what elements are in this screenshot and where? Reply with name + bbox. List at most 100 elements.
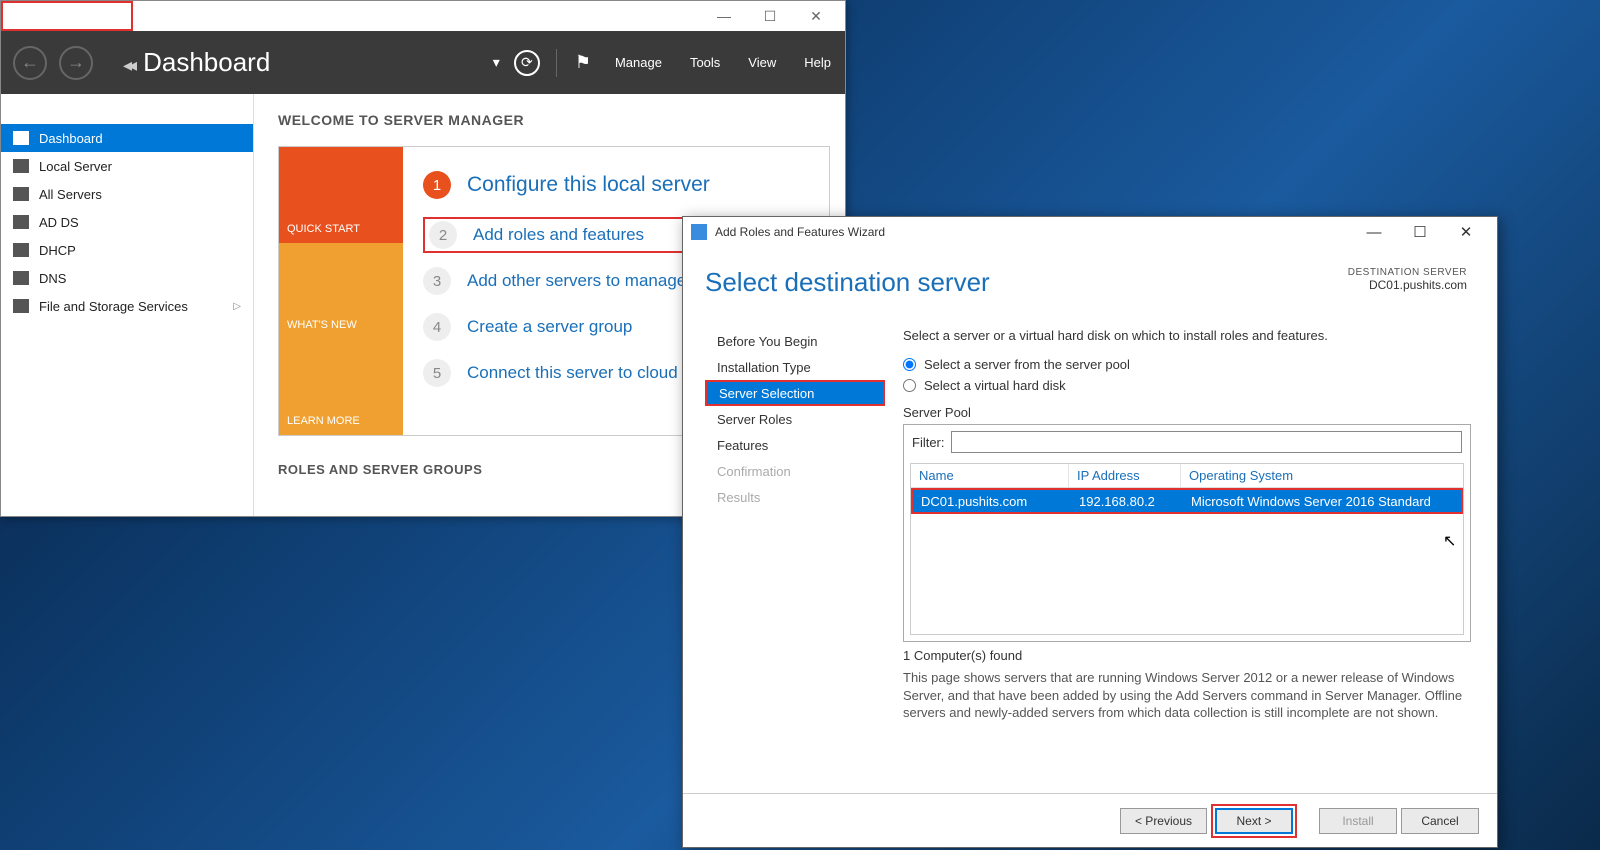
wizard-titlebar: Add Roles and Features Wizard — ☐ ✕: [683, 217, 1497, 247]
wizard-intro: Select a server or a virtual hard disk o…: [903, 328, 1471, 343]
wizard-nav: Before You Begin Installation Type Serve…: [705, 308, 885, 793]
nav-before-you-begin[interactable]: Before You Begin: [705, 328, 885, 354]
cell-os: Microsoft Windows Server 2016 Standard: [1183, 494, 1461, 509]
destination-label: DESTINATION SERVER: [1348, 267, 1467, 278]
sidebar-label: AD DS: [39, 215, 79, 230]
nav-features[interactable]: Features: [705, 432, 885, 458]
next-button-highlight: Next >: [1211, 804, 1297, 838]
cancel-button[interactable]: Cancel: [1401, 808, 1479, 834]
menu-tools[interactable]: Tools: [690, 55, 720, 70]
step-text: Add roles and features: [473, 225, 644, 245]
breadcrumb-dropdown[interactable]: ▾: [493, 54, 500, 71]
install-button: Install: [1319, 808, 1397, 834]
tile-quick-start[interactable]: QUICK START: [279, 147, 403, 243]
radio-vhd[interactable]: Select a virtual hard disk: [903, 378, 1471, 393]
sidebar-item-ad-ds[interactable]: AD DS: [1, 208, 253, 236]
radio-pool-label: Select a server from the server pool: [924, 357, 1130, 372]
sidebar-item-dashboard[interactable]: Dashboard: [1, 124, 253, 152]
server-pool-box: Filter: Name IP Address Operating System…: [903, 424, 1471, 642]
nav-server-roles[interactable]: Server Roles: [705, 406, 885, 432]
dashboard-icon: [13, 131, 29, 145]
nav-results: Results: [705, 484, 885, 510]
step-number: 1: [423, 171, 451, 199]
wizard-maximize-button[interactable]: ☐: [1397, 218, 1443, 246]
cell-ip: 192.168.80.2: [1071, 494, 1183, 509]
storage-icon: [13, 299, 29, 313]
dns-icon: [13, 271, 29, 285]
wizard-title: Add Roles and Features Wizard: [715, 225, 885, 239]
col-os[interactable]: Operating System: [1181, 464, 1463, 487]
radio-server-pool[interactable]: Select a server from the server pool: [903, 357, 1471, 372]
tile-whats-new[interactable]: WHAT'S NEW: [279, 243, 403, 339]
close-button[interactable]: ✕: [793, 1, 839, 31]
step-number: 2: [429, 221, 457, 249]
step-number: 4: [423, 313, 451, 341]
maximize-button[interactable]: ☐: [747, 1, 793, 31]
destination-value: DC01.pushits.com: [1348, 278, 1467, 292]
next-button[interactable]: Next >: [1215, 808, 1293, 834]
nav-confirmation: Confirmation: [705, 458, 885, 484]
server-icon: [13, 159, 29, 173]
sidebar-label: File and Storage Services: [39, 299, 188, 314]
radio-vhd-input[interactable]: [903, 379, 916, 392]
radio-pool-input[interactable]: [903, 358, 916, 371]
titlebar-highlight: [1, 1, 133, 31]
sidebar: Dashboard Local Server All Servers AD DS…: [1, 94, 254, 516]
page-description: This page shows servers that are running…: [903, 669, 1471, 722]
wizard-footer: < Previous Next > Install Cancel: [683, 793, 1497, 847]
wizard-minimize-button[interactable]: —: [1351, 218, 1397, 246]
sidebar-item-dhcp[interactable]: DHCP: [1, 236, 253, 264]
col-ip[interactable]: IP Address: [1069, 464, 1181, 487]
sidebar-item-all-servers[interactable]: All Servers: [1, 180, 253, 208]
step-number: 3: [423, 267, 451, 295]
menu-view[interactable]: View: [748, 55, 776, 70]
sidebar-item-dns[interactable]: DNS: [1, 264, 253, 292]
previous-button[interactable]: < Previous: [1120, 808, 1207, 834]
chevron-right-icon: ▷: [233, 301, 241, 312]
step-text: Configure this local server: [467, 173, 710, 197]
step-configure[interactable]: 1 Configure this local server: [423, 171, 809, 199]
forward-button[interactable]: →: [59, 46, 93, 80]
server-pool-label: Server Pool: [903, 405, 1471, 420]
sidebar-label: Dashboard: [39, 131, 103, 146]
sidebar-label: DNS: [39, 271, 66, 286]
table-row[interactable]: DC01.pushits.com 192.168.80.2 Microsoft …: [913, 490, 1461, 512]
sidebar-item-local-server[interactable]: Local Server: [1, 152, 253, 180]
breadcrumb-dashboard[interactable]: Dashboard: [123, 47, 270, 78]
cursor-icon: ↖: [1443, 531, 1456, 551]
notifications-flag-icon[interactable]: ⚑: [575, 52, 591, 73]
wizard-icon: [691, 224, 707, 240]
menu-help[interactable]: Help: [804, 55, 831, 70]
filter-input[interactable]: [951, 431, 1463, 453]
wizard-header: Select destination server DESTINATION SE…: [683, 247, 1497, 308]
servers-icon: [13, 187, 29, 201]
menu-manage[interactable]: Manage: [615, 55, 662, 70]
cell-name: DC01.pushits.com: [913, 494, 1071, 509]
step-text: Create a server group: [467, 317, 632, 337]
computers-found: 1 Computer(s) found: [903, 648, 1471, 663]
toolbar: ← → Dashboard ▾ ⟳ ⚑ Manage Tools View He…: [1, 31, 845, 94]
ad-icon: [13, 215, 29, 229]
step-number: 5: [423, 359, 451, 387]
add-roles-wizard-window: Add Roles and Features Wizard — ☐ ✕ Sele…: [682, 216, 1498, 848]
refresh-icon[interactable]: ⟳: [514, 50, 540, 76]
tile-learn-more[interactable]: LEARN MORE: [279, 339, 403, 435]
wizard-content: Select a server or a virtual hard disk o…: [885, 308, 1497, 793]
filter-label: Filter:: [912, 435, 945, 450]
wizard-heading: Select destination server: [705, 267, 990, 298]
back-button[interactable]: ←: [13, 46, 47, 80]
wizard-close-button[interactable]: ✕: [1443, 218, 1489, 246]
sidebar-item-file-storage[interactable]: File and Storage Services ▷: [1, 292, 253, 320]
col-name[interactable]: Name: [911, 464, 1069, 487]
sidebar-label: Local Server: [39, 159, 112, 174]
sidebar-label: All Servers: [39, 187, 102, 202]
radio-vhd-label: Select a virtual hard disk: [924, 378, 1066, 393]
minimize-button[interactable]: —: [701, 1, 747, 31]
welcome-heading: WELCOME TO SERVER MANAGER: [278, 112, 845, 128]
sidebar-label: DHCP: [39, 243, 76, 258]
step-text: Add other servers to manage: [467, 271, 686, 291]
table-row-highlight: DC01.pushits.com 192.168.80.2 Microsoft …: [911, 488, 1463, 514]
dhcp-icon: [13, 243, 29, 257]
nav-server-selection[interactable]: Server Selection: [705, 380, 885, 406]
nav-installation-type[interactable]: Installation Type: [705, 354, 885, 380]
